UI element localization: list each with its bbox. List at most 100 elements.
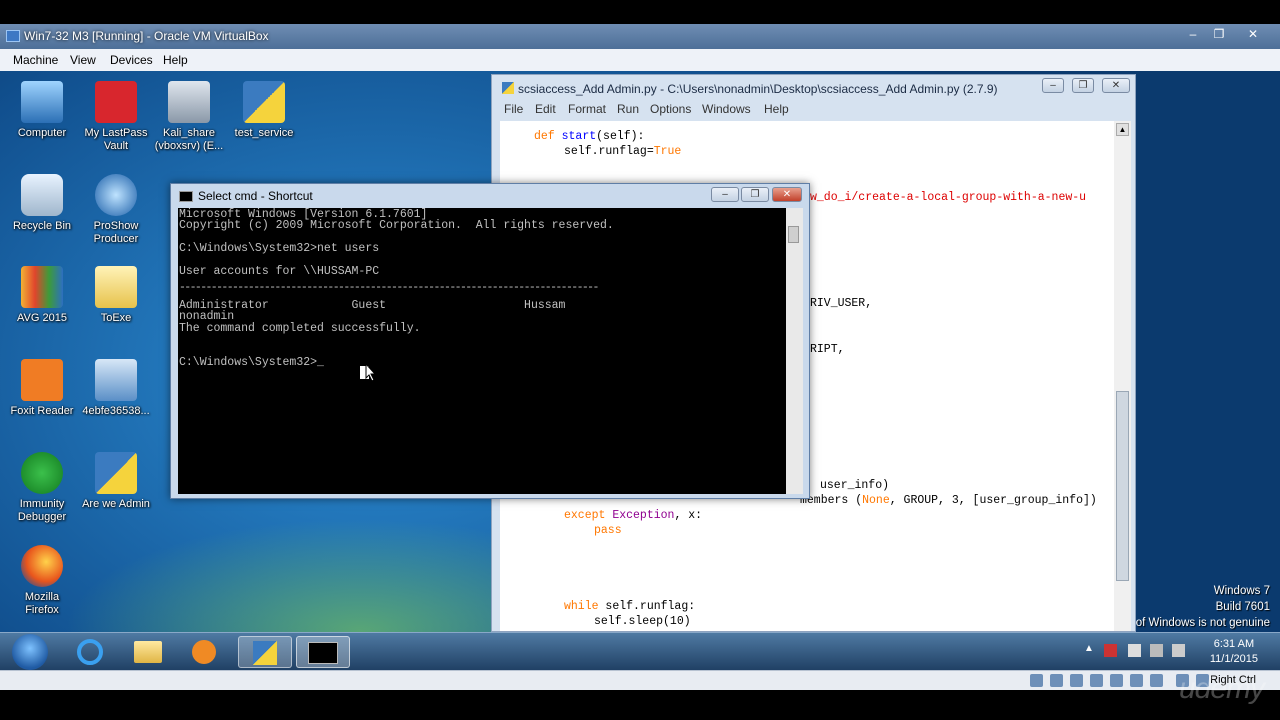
minimize-icon[interactable]: – <box>1184 27 1202 41</box>
taskbar-python[interactable] <box>238 636 292 668</box>
cmd-icon <box>308 642 338 664</box>
immunity-icon <box>21 452 63 494</box>
code-line: members (None, GROUP, 3, [user_group_inf… <box>800 494 1097 507</box>
python-file-icon <box>95 452 137 494</box>
taskbar-explorer[interactable] <box>126 636 170 668</box>
start-button[interactable] <box>12 634 48 670</box>
menu-view[interactable]: View <box>70 53 96 67</box>
taskbar-cmd[interactable] <box>296 636 350 668</box>
scroll-up-icon[interactable]: ▲ <box>1116 123 1129 136</box>
folder-icon <box>134 641 162 663</box>
taskbar-clock[interactable]: 6:31 AM 11/1/2015 <box>1210 637 1258 667</box>
editor-maximize-button[interactable]: ❐ <box>1072 78 1094 93</box>
cmd-icon <box>179 191 193 202</box>
tray-icon[interactable] <box>1104 644 1117 657</box>
editor-minimize-button[interactable]: – <box>1042 78 1064 93</box>
desktop-icon-proshow[interactable]: ProShow Producer <box>81 174 151 246</box>
code-line: RIV_USER, <box>810 297 873 310</box>
windows-genuine-notice: Windows 7 Build 7601 of Windows is not g… <box>1135 585 1270 629</box>
desktop-icon-firefox[interactable]: Mozilla Firefox <box>7 545 77 617</box>
close-icon[interactable]: ✕ <box>1244 27 1262 41</box>
cmd-console[interactable]: Microsoft Windows [Version 6.1.7601] Cop… <box>178 208 786 494</box>
display-icon[interactable] <box>1110 674 1123 687</box>
mouse-cursor-icon <box>360 364 376 382</box>
usb-icon[interactable] <box>1070 674 1083 687</box>
desktop-icon-immunity[interactable]: Immunity Debugger <box>7 452 77 524</box>
menu-machine[interactable]: Machine <box>13 53 58 67</box>
udemy-watermark: udemy <box>1178 672 1265 705</box>
cmd-scrollbar[interactable] <box>786 208 803 494</box>
recycle-bin-icon <box>21 174 63 216</box>
editor-menu-run[interactable]: Run <box>617 102 639 116</box>
desktop-icon-computer[interactable]: Computer <box>7 81 77 140</box>
taskbar: ▲ 6:31 AM 11/1/2015 <box>0 632 1280 671</box>
cmd-minimize-button[interactable]: – <box>711 187 739 202</box>
desktop-icon-avg[interactable]: AVG 2015 <box>7 266 77 325</box>
python-icon <box>253 641 277 665</box>
foxit-icon <box>21 359 63 401</box>
internet-explorer-icon <box>77 639 103 665</box>
cmd-close-button[interactable]: ✕ <box>772 187 802 202</box>
editor-menu-windows[interactable]: Windows <box>702 102 751 116</box>
shared-folders-icon[interactable] <box>1090 674 1103 687</box>
menu-help[interactable]: Help <box>163 53 188 67</box>
virtualbox-menubar: Machine View Devices Help <box>0 49 1280 72</box>
virtualbox-title-bar[interactable]: Win7-32 M3 [Running] - Oracle VM Virtual… <box>0 24 1280 49</box>
python-icon <box>502 82 514 94</box>
proshow-icon <box>95 174 137 216</box>
hdd-icon[interactable] <box>1030 674 1043 687</box>
desktop-icon-toexe[interactable]: ToExe <box>81 266 151 325</box>
avg-icon <box>21 266 63 308</box>
installer-icon <box>95 359 137 401</box>
cmd-title: Select cmd - Shortcut <box>198 189 313 203</box>
desktop-icon-4ebfe[interactable]: 4ebfe36538... <box>81 359 151 418</box>
editor-menu-format[interactable]: Format <box>568 102 606 116</box>
console-prompt: C:\Windows\System32>_ <box>179 356 324 369</box>
desktop-icon-are-we-admin[interactable]: Are we Admin <box>81 452 151 511</box>
cmd-window[interactable]: Select cmd - Shortcut – ❐ ✕ Microsoft Wi… <box>170 183 810 499</box>
code-line: w_do_i/create-a-local-group-with-a-new-u <box>810 191 1087 204</box>
editor-menu-options[interactable]: Options <box>650 102 691 116</box>
folder-icon <box>95 266 137 308</box>
console-line: User accounts for \\HUSSAM-PC <box>179 265 380 278</box>
network-icon[interactable] <box>1150 644 1163 657</box>
optical-drive-icon[interactable] <box>1050 674 1063 687</box>
taskbar-ie[interactable] <box>68 636 112 668</box>
editor-menu-edit[interactable]: Edit <box>535 102 556 116</box>
network-drive-icon <box>168 81 210 123</box>
cmd-scroll-thumb[interactable] <box>788 226 799 243</box>
code-line: except Exception, x: <box>564 509 703 522</box>
console-separator: ----------------------------------------… <box>179 281 599 294</box>
editor-close-button[interactable]: ✕ <box>1102 78 1130 93</box>
lastpass-icon <box>95 81 137 123</box>
code-line: self.sleep(10) <box>594 615 691 628</box>
virtualbox-icon <box>6 30 20 42</box>
taskbar-media-player[interactable] <box>182 636 226 668</box>
show-hidden-icons[interactable]: ▲ <box>1084 643 1094 654</box>
editor-menu-file[interactable]: File <box>504 102 523 116</box>
volume-icon[interactable] <box>1172 644 1185 657</box>
network-adapter-icon[interactable] <box>1130 674 1143 687</box>
media-player-icon <box>192 640 216 664</box>
editor-menu-help[interactable]: Help <box>764 102 789 116</box>
tray-icon[interactable] <box>1128 644 1141 657</box>
editor-scrollbar[interactable]: ▲ <box>1114 121 1131 631</box>
code-line: pass <box>594 524 622 537</box>
desktop-icon-kali-share[interactable]: Kali_share (vboxsrv) (E... <box>154 81 224 153</box>
desktop-icon-recycle-bin[interactable]: Recycle Bin <box>7 174 77 233</box>
scroll-thumb[interactable] <box>1116 391 1129 581</box>
maximize-icon[interactable]: ❐ <box>1210 27 1228 41</box>
video-capture-icon[interactable] <box>1150 674 1163 687</box>
desktop-icon-lastpass[interactable]: My LastPass Vault <box>81 81 151 153</box>
console-line: Administrator Guest Hussam <box>179 299 566 312</box>
code-line: def start(self): <box>534 130 645 143</box>
desktop-icon-test-service[interactable]: test_service <box>229 81 299 140</box>
virtualbox-status-bar: Right Ctrl <box>0 670 1280 691</box>
virtualbox-title: Win7-32 M3 [Running] - Oracle VM Virtual… <box>24 29 269 43</box>
code-line: self.runflag=True <box>564 145 682 158</box>
cmd-maximize-button[interactable]: ❐ <box>741 187 769 202</box>
console-line: Copyright (c) 2009 Microsoft Corporation… <box>179 219 614 232</box>
menu-devices[interactable]: Devices <box>110 53 153 67</box>
python-file-icon <box>243 81 285 123</box>
desktop-icon-foxit[interactable]: Foxit Reader <box>7 359 77 418</box>
